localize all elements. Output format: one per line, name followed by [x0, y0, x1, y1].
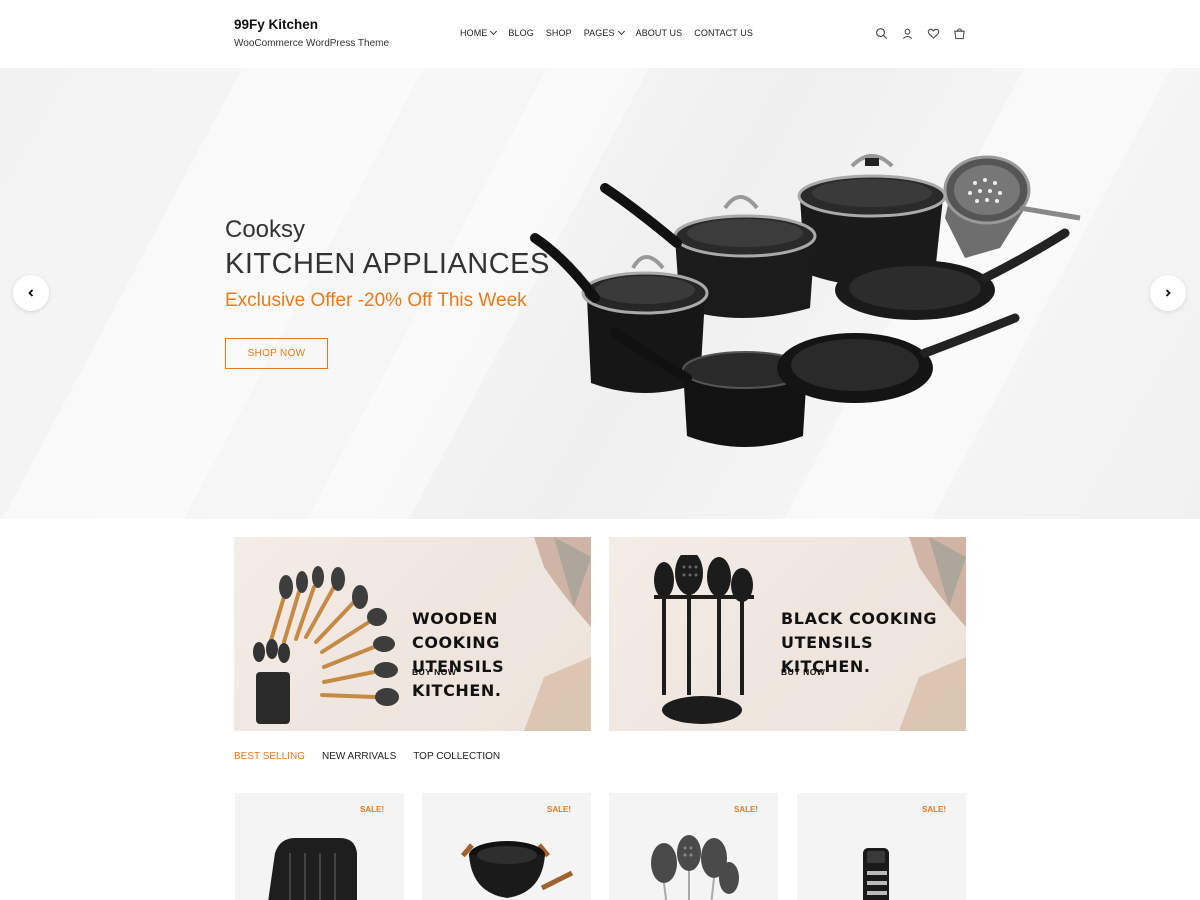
nav-item-blog[interactable]: BLOG — [508, 28, 533, 38]
banner-title: WOODEN COOKING UTENSILS KITCHEN. — [412, 607, 591, 703]
shop-now-button[interactable]: SHOP NOW — [225, 338, 328, 369]
cookware-set-image — [530, 154, 1081, 447]
chevron-right-icon — [1165, 289, 1171, 297]
heart-icon[interactable] — [926, 26, 940, 40]
header-icons — [874, 26, 978, 40]
wooden-utensils-image — [253, 566, 399, 724]
cart-icon[interactable] — [952, 26, 966, 40]
chevron-down-icon — [617, 27, 625, 36]
hero-offer: Exclusive Offer -20% Off This Week — [225, 290, 527, 311]
colander-illustration — [943, 155, 1081, 258]
chevron-left-icon — [28, 289, 34, 297]
banner-title-line2: UTENSILS KITCHEN. — [412, 657, 505, 700]
nav-label-blog: BLOG — [508, 28, 534, 38]
user-icon[interactable] — [900, 26, 914, 40]
site-tagline: WooCommerce WordPress Theme — [234, 38, 390, 49]
next-slide-button[interactable] — [1150, 275, 1186, 311]
buy-now-link[interactable]: BUY NOW — [781, 667, 825, 677]
chevron-down-icon — [490, 27, 498, 36]
wok-image — [460, 841, 574, 898]
prev-slide-button[interactable] — [13, 275, 49, 311]
hero-slider: Cooksy KITCHEN APPLIANCES Exclusive Offe… — [0, 68, 1200, 519]
wooden-utensils-banner[interactable]: WOODEN COOKING UTENSILS KITCHEN. BUY NOW — [234, 537, 591, 731]
black-utensils-banner[interactable]: BLACK COOKING UTENSILS KITCHEN. BUY NOW — [609, 537, 966, 731]
grill-pan-image — [268, 838, 357, 900]
banner-title-line1: WOODEN COOKING — [412, 609, 501, 652]
utensil-set-image — [651, 835, 739, 900]
nav-label-shop: SHOP — [545, 28, 572, 38]
buy-now-link[interactable]: BUY NOW — [412, 667, 456, 677]
product-card[interactable]: SALE! — [235, 793, 404, 900]
tab-new-arrivals[interactable]: NEW ARRIVALS — [322, 751, 396, 762]
nav-label-contact-us: CONTACT US — [694, 28, 753, 38]
nav-label-pages: PAGES — [583, 28, 615, 38]
main-nav: HOME BLOG SHOP PAGES ABOUT US CONTACT US — [460, 27, 765, 38]
nav-item-home[interactable]: HOME — [460, 27, 498, 38]
nav-item-pages[interactable]: PAGES — [583, 27, 625, 38]
tab-top-collection[interactable]: TOP COLLECTION — [413, 751, 500, 762]
nav-item-shop[interactable]: SHOP — [546, 28, 572, 38]
tab-best-selling[interactable]: BEST SELLING — [234, 751, 305, 762]
site-title[interactable]: 99Fy Kitchen — [234, 17, 318, 32]
banner-title-line1: BLACK COOKING — [781, 609, 938, 628]
product-card[interactable]: SALE! — [797, 793, 966, 900]
nav-label-home: HOME — [460, 28, 488, 38]
nav-item-about-us[interactable]: ABOUT US — [636, 28, 683, 38]
black-utensils-image — [654, 555, 754, 724]
hero-title: KITCHEN APPLIANCES — [225, 248, 550, 280]
hero-brand: Cooksy — [225, 216, 306, 243]
can-opener-image — [863, 848, 889, 900]
search-icon[interactable] — [874, 26, 888, 40]
product-tabs: BEST SELLING NEW ARRIVALS TOP COLLECTION — [234, 751, 517, 762]
nav-item-contact-us[interactable]: CONTACT US — [694, 28, 753, 38]
product-card[interactable]: SALE! — [422, 793, 591, 900]
site-header: 99Fy Kitchen WooCommerce WordPress Theme… — [0, 0, 1200, 68]
nav-label-about-us: ABOUT US — [635, 28, 683, 38]
product-card[interactable]: SALE! — [609, 793, 778, 900]
